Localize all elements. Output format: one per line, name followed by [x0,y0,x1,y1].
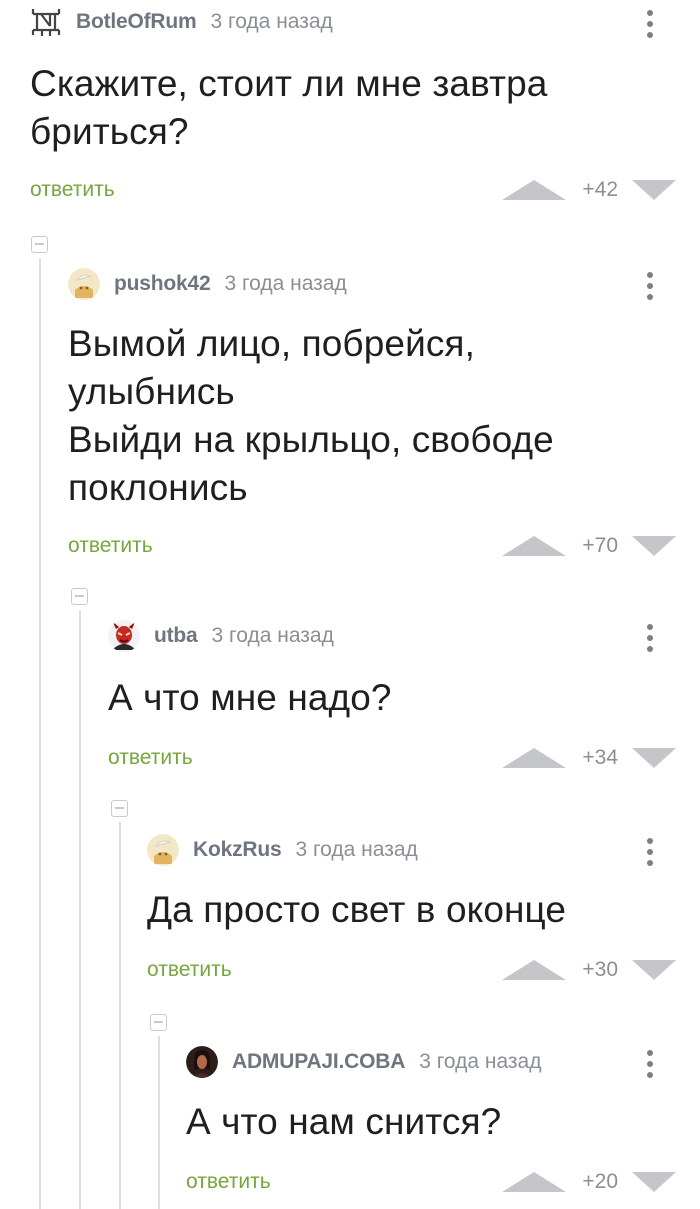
reply-button[interactable]: ответить [147,958,232,982]
upvote-arrow-icon[interactable] [502,1172,567,1192]
comment: ADMUPAJI.COBA 3 года назад А что нам сни… [186,1040,700,1209]
red-demon-avatar-icon[interactable] [108,620,140,652]
upvote-arrow-icon[interactable] [502,748,567,768]
comment-text-line: поклонись [68,467,248,508]
band-logo-icon[interactable] [30,6,62,38]
vote-controls: +30 [502,956,676,984]
comment-text-line: Скажите, стоит ли мне завтра [30,63,548,104]
comment-author[interactable]: pushok42 [114,272,211,296]
comment-author[interactable]: utba [154,624,198,648]
vote-controls: +42 [502,176,676,204]
comment: utba 3 года назад А что мне надо? ответи… [108,614,700,774]
vote-controls: +20 [502,1168,676,1196]
thread-line [79,610,81,1209]
upvote-arrow-icon[interactable] [502,960,567,980]
downvote-arrow-icon[interactable] [632,1172,676,1192]
thread-line [119,822,121,1209]
default-avatar-icon[interactable] [147,834,179,866]
comment-text-line: Да просто свет в оконце [147,889,567,930]
collapse-thread-button[interactable] [31,236,48,253]
reply-button[interactable]: ответить [68,534,153,558]
reply-button[interactable]: ответить [186,1170,271,1194]
comment-header: ADMUPAJI.COBA 3 года назад [186,1040,542,1084]
collapse-thread-button[interactable] [71,588,88,605]
comment-header: BotleOfRum 3 года назад [30,0,333,44]
comment-header: utba 3 года назад [108,614,334,658]
comment-text-line: Выйди на крыльцо, свободе [68,419,554,460]
downvote-arrow-icon[interactable] [632,748,676,768]
comment-time: 3 года назад [210,10,333,33]
comment-time: 3 года назад [419,1050,542,1073]
comment-score: +20 [582,1170,618,1193]
downvote-arrow-icon[interactable] [632,180,676,200]
comment-score: +34 [582,746,618,769]
thread-line [39,258,41,1209]
thread-line [158,1036,160,1209]
more-options-icon[interactable] [638,832,662,872]
vote-controls: +34 [502,744,676,772]
more-options-icon[interactable] [638,618,662,658]
more-options-icon[interactable] [638,4,662,44]
reply-button[interactable]: ответить [108,746,193,770]
upvote-arrow-icon[interactable] [502,536,567,556]
vote-controls: +70 [502,532,676,560]
dark-portrait-avatar-icon[interactable] [186,1046,218,1078]
comment-text: Вымой лицо, побрейся, улыбнись Выйди на … [68,320,554,512]
default-avatar-icon[interactable] [68,268,100,300]
comment-text-line: А что нам снится? [186,1101,502,1142]
collapse-thread-button[interactable] [150,1014,167,1031]
comment-text: А что мне надо? [108,674,392,722]
comment: pushok42 3 года назад Вымой лицо, побрей… [68,262,700,562]
comment-text-line: Вымой лицо, побрейся, [68,323,475,364]
comment-text-line: бриться? [30,111,189,152]
comment-author[interactable]: KokzRus [193,838,282,862]
comment-text-line: улыбнись [68,371,235,412]
comment-header: pushok42 3 года назад [68,262,347,306]
comment-text: А что нам снится? [186,1098,501,1146]
comment-author[interactable]: BotleOfRum [76,10,197,34]
comment-score: +70 [582,534,618,557]
comment-text: Да просто свет в оконце [147,886,566,934]
comment: KokzRus 3 года назад Да просто свет в ок… [147,828,700,988]
comment: BotleOfRum 3 года назад Скажите, стоит л… [30,0,700,215]
comment-time: 3 года назад [211,624,334,647]
reply-button[interactable]: ответить [30,178,115,202]
more-options-icon[interactable] [638,1044,662,1084]
comment-time: 3 года назад [295,838,418,861]
comment-score: +30 [582,958,618,981]
upvote-arrow-icon[interactable] [502,180,567,200]
comment-time: 3 года назад [224,272,347,295]
downvote-arrow-icon[interactable] [632,536,676,556]
comment-header: KokzRus 3 года назад [147,828,418,872]
comment-score: +42 [582,178,618,201]
more-options-icon[interactable] [638,266,662,306]
downvote-arrow-icon[interactable] [632,960,676,980]
comment-author[interactable]: ADMUPAJI.COBA [232,1050,405,1074]
collapse-thread-button[interactable] [111,800,128,817]
comment-text: Скажите, стоит ли мне завтра бриться? [30,60,547,156]
comment-text-line: А что мне надо? [108,677,392,718]
